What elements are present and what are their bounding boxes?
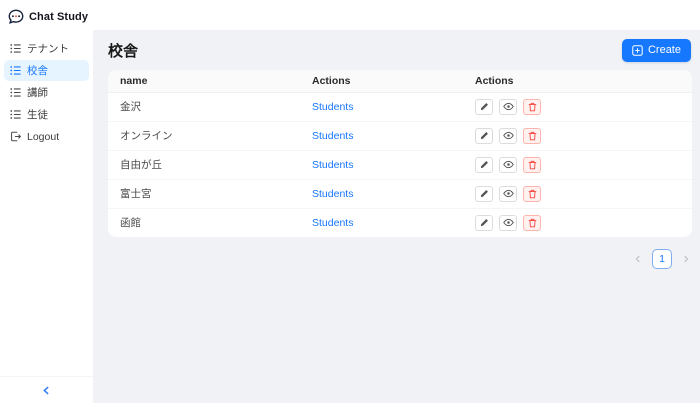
view-button[interactable] — [499, 215, 517, 231]
sidebar: Chat Study テナント 校舎 講師 生徒 — [0, 0, 93, 403]
view-button[interactable] — [499, 128, 517, 144]
chevron-left-icon — [634, 255, 642, 263]
trash-icon — [528, 160, 537, 170]
pencil-icon — [480, 189, 489, 198]
sidebar-item-instructor[interactable]: 講師 — [4, 82, 89, 103]
sidebar-item-logout[interactable]: Logout — [4, 126, 89, 147]
table-row: 自由が丘 Students — [108, 150, 692, 179]
logout-icon — [10, 131, 21, 142]
row-actions — [475, 122, 692, 150]
unordered-list-icon — [10, 109, 21, 120]
pagination-page-1[interactable]: 1 — [652, 249, 672, 269]
trash-icon — [528, 131, 537, 141]
delete-button[interactable] — [523, 128, 541, 144]
row-actions — [475, 151, 692, 179]
chevron-right-icon — [682, 255, 690, 263]
eye-icon — [503, 218, 514, 227]
delete-button[interactable] — [523, 186, 541, 202]
students-link[interactable]: Students — [312, 130, 353, 142]
chevron-left-icon — [42, 386, 51, 395]
table-row: オンライン Students — [108, 121, 692, 150]
page-title: 校舎 — [108, 40, 138, 61]
unordered-list-icon — [10, 87, 21, 98]
table-row: 富士宮 Students — [108, 179, 692, 208]
trash-icon — [528, 218, 537, 228]
schools-table: name Actions Actions 金沢 Students — [108, 70, 692, 237]
page-header: 校舎 Create — [93, 30, 700, 62]
sidebar-item-student[interactable]: 生徒 — [4, 104, 89, 125]
edit-button[interactable] — [475, 128, 493, 144]
school-name-cell: オンライン — [108, 121, 300, 150]
schools-table-card: name Actions Actions 金沢 Students — [108, 70, 692, 237]
column-header-name: name — [108, 70, 300, 92]
eye-icon — [503, 102, 514, 111]
pencil-icon — [480, 218, 489, 227]
sidebar-item-tenant[interactable]: テナント — [4, 38, 89, 59]
create-button[interactable]: Create — [622, 39, 691, 62]
school-name-cell: 函館 — [108, 208, 300, 237]
view-button[interactable] — [499, 186, 517, 202]
edit-button[interactable] — [475, 99, 493, 115]
table-header-row: name Actions Actions — [108, 70, 692, 92]
sidebar-collapse-button[interactable] — [0, 376, 93, 403]
pencil-icon — [480, 131, 489, 140]
sidebar-item-label: テナント — [27, 41, 69, 56]
sidebar-item-label: 生徒 — [27, 107, 48, 122]
unordered-list-icon — [10, 65, 21, 76]
eye-icon — [503, 131, 514, 140]
main-content: 校舎 Create name Actions Actions 金沢 Studen… — [93, 30, 700, 403]
students-link[interactable]: Students — [312, 188, 353, 200]
eye-icon — [503, 160, 514, 169]
trash-icon — [528, 189, 537, 199]
school-name-cell: 金沢 — [108, 92, 300, 121]
pencil-icon — [480, 160, 489, 169]
sidebar-item-label: 講師 — [27, 85, 48, 100]
sidebar-menu: テナント 校舎 講師 生徒 — [0, 33, 93, 147]
app-logo: Chat Study — [0, 0, 93, 33]
sidebar-item-label: 校舎 — [27, 63, 48, 78]
delete-button[interactable] — [523, 99, 541, 115]
edit-button[interactable] — [475, 157, 493, 173]
students-link[interactable]: Students — [312, 101, 353, 113]
school-name-cell: 富士宮 — [108, 179, 300, 208]
edit-button[interactable] — [475, 215, 493, 231]
delete-button[interactable] — [523, 157, 541, 173]
app-title: Chat Study — [29, 11, 88, 23]
eye-icon — [503, 189, 514, 198]
sidebar-item-label: Logout — [27, 131, 59, 143]
pagination: 1 — [93, 237, 700, 269]
pagination-next-button[interactable] — [682, 255, 690, 263]
row-actions — [475, 93, 692, 121]
create-button-label: Create — [648, 44, 681, 56]
view-button[interactable] — [499, 157, 517, 173]
edit-button[interactable] — [475, 186, 493, 202]
row-actions — [475, 180, 692, 208]
column-header-actions-1: Actions — [300, 70, 463, 92]
table-row: 金沢 Students — [108, 92, 692, 121]
row-actions — [475, 209, 692, 237]
column-header-actions-2: Actions — [463, 70, 692, 92]
chat-bubble-icon — [8, 9, 24, 25]
sidebar-item-school[interactable]: 校舎 — [4, 60, 89, 81]
pencil-icon — [480, 102, 489, 111]
pagination-prev-button[interactable] — [634, 255, 642, 263]
unordered-list-icon — [10, 43, 21, 54]
students-link[interactable]: Students — [312, 159, 353, 171]
trash-icon — [528, 102, 537, 112]
school-name-cell: 自由が丘 — [108, 150, 300, 179]
table-row: 函館 Students — [108, 208, 692, 237]
view-button[interactable] — [499, 99, 517, 115]
plus-square-icon — [632, 45, 643, 56]
students-link[interactable]: Students — [312, 217, 353, 229]
delete-button[interactable] — [523, 215, 541, 231]
